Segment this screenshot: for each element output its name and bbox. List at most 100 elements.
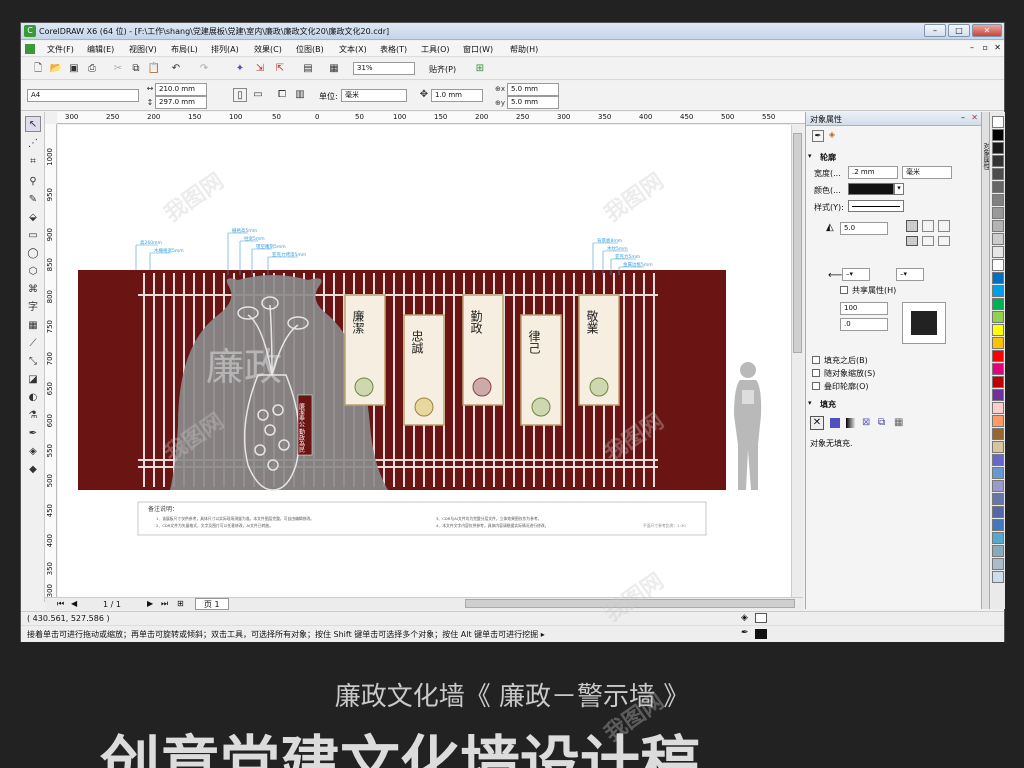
- menu-tools[interactable]: 工具(O): [421, 44, 450, 55]
- line-cap-round-icon[interactable]: [922, 236, 934, 246]
- rectangle-tool-icon[interactable]: ▭: [25, 228, 41, 244]
- shape-tool-icon[interactable]: ⋰: [25, 136, 41, 152]
- undo-icon[interactable]: ↶: [169, 62, 183, 76]
- palette-swatch[interactable]: [992, 363, 1004, 375]
- palette-swatch[interactable]: [992, 467, 1004, 479]
- menu-bitmaps[interactable]: 位图(B): [296, 44, 324, 55]
- horizontal-ruler[interactable]: 300 250 200 150 100 50 0 50 100 150 200 …: [57, 112, 806, 124]
- palette-swatch[interactable]: [992, 428, 1004, 440]
- nib-preview[interactable]: [902, 302, 946, 344]
- end-arrow-select[interactable]: –▾: [896, 268, 924, 281]
- line-cap-butt-icon[interactable]: [906, 236, 918, 246]
- add-page-icon[interactable]: ⊞: [177, 599, 184, 608]
- menu-table[interactable]: 表格(T): [380, 44, 407, 55]
- fill-collapse-icon[interactable]: ▾: [808, 399, 812, 407]
- postscript-fill-icon[interactable]: ▦: [894, 417, 903, 428]
- palette-swatch[interactable]: [992, 207, 1004, 219]
- paste-icon[interactable]: 📋: [147, 62, 161, 76]
- menu-help[interactable]: 帮助(H): [510, 44, 538, 55]
- fountain-fill-icon[interactable]: [846, 418, 856, 428]
- palette-swatch[interactable]: [992, 155, 1004, 167]
- palette-swatch[interactable]: [992, 389, 1004, 401]
- options-icon[interactable]: ⊞: [473, 62, 487, 76]
- miter-limit-field[interactable]: 5.0: [840, 222, 888, 235]
- palette-swatch[interactable]: [992, 129, 1004, 141]
- palette-swatch[interactable]: [992, 376, 1004, 388]
- new-icon[interactable]: 🗋: [31, 62, 45, 76]
- ellipse-tool-icon[interactable]: ◯: [25, 246, 41, 262]
- palette-swatch[interactable]: [992, 532, 1004, 544]
- palette-swatch[interactable]: [992, 441, 1004, 453]
- docker-minimize-icon[interactable]: –: [961, 113, 965, 122]
- pick-tool-icon[interactable]: ↖: [25, 116, 41, 132]
- corner-bevel-icon[interactable]: [938, 220, 950, 232]
- basic-shapes-tool-icon[interactable]: ⌘: [25, 282, 41, 298]
- menu-view[interactable]: 视图(V): [129, 44, 157, 55]
- duplicate-x-field[interactable]: 5.0 mm: [507, 83, 559, 96]
- scale-with-object-checkbox[interactable]: [812, 369, 820, 377]
- palette-swatch[interactable]: [992, 220, 1004, 232]
- export-icon[interactable]: ⇱: [273, 62, 287, 76]
- fill-section-header[interactable]: 填充: [820, 399, 972, 410]
- calligraphy-angle-field[interactable]: .0: [840, 318, 888, 331]
- palette-swatch[interactable]: [992, 168, 1004, 180]
- no-fill-icon[interactable]: ✕: [810, 416, 824, 430]
- all-pages-icon[interactable]: ⧠: [275, 88, 289, 102]
- interactive-tool-icon[interactable]: ◪: [25, 372, 41, 388]
- page-size-select[interactable]: A4: [27, 89, 139, 102]
- color-dropdown-icon[interactable]: ▾: [894, 183, 904, 195]
- portrait-icon[interactable]: ▯: [233, 88, 247, 102]
- palette-swatch[interactable]: [992, 233, 1004, 245]
- outline-unit-select[interactable]: 毫米: [902, 166, 952, 179]
- open-icon[interactable]: 📂: [49, 62, 63, 76]
- polygon-tool-icon[interactable]: ⬡: [25, 264, 41, 280]
- menu-arrange[interactable]: 排列(A): [211, 44, 239, 55]
- palette-swatch[interactable]: [992, 558, 1004, 570]
- palette-swatch[interactable]: [992, 298, 1004, 310]
- palette-swatch[interactable]: [992, 142, 1004, 154]
- palette-swatch[interactable]: [992, 519, 1004, 531]
- app-launcher-icon[interactable]: ▤: [301, 62, 315, 76]
- corner-miter-icon[interactable]: [906, 220, 918, 232]
- share-attributes-checkbox[interactable]: [840, 286, 848, 294]
- page-tab[interactable]: 页 1: [195, 598, 229, 610]
- palette-swatch[interactable]: [992, 311, 1004, 323]
- overprint-outline-checkbox[interactable]: [812, 382, 820, 390]
- eyedropper-tool-icon[interactable]: ⚗: [25, 408, 41, 424]
- menu-effects[interactable]: 效果(C): [254, 44, 282, 55]
- minimize-button[interactable]: –: [924, 24, 946, 37]
- last-page-icon[interactable]: ⏭: [161, 599, 168, 609]
- palette-swatch[interactable]: [992, 350, 1004, 362]
- fill-tab-icon[interactable]: ◈: [826, 130, 838, 142]
- zoom-tool-icon[interactable]: ⚲: [25, 174, 41, 190]
- palette-swatch[interactable]: [992, 493, 1004, 505]
- palette-swatch[interactable]: [992, 285, 1004, 297]
- palette-swatch[interactable]: [992, 116, 1004, 128]
- search-content-icon[interactable]: ✦: [233, 62, 247, 76]
- menu-window[interactable]: 窗口(W): [463, 44, 493, 55]
- docker-close-icon[interactable]: ✕: [971, 113, 978, 122]
- outline-collapse-icon[interactable]: ▾: [808, 152, 812, 160]
- menu-file[interactable]: 文件(F): [47, 44, 74, 55]
- docker-side-tabs[interactable]: 对象属性: [981, 112, 991, 609]
- outline-tab-icon[interactable]: ✒: [812, 130, 824, 142]
- palette-swatch[interactable]: [992, 337, 1004, 349]
- current-page-icon[interactable]: ▥: [293, 88, 307, 102]
- first-page-icon[interactable]: ⏮: [57, 599, 64, 609]
- palette-swatch[interactable]: [992, 571, 1004, 583]
- import-icon[interactable]: ⇲: [253, 62, 267, 76]
- maximize-button[interactable]: □: [948, 24, 970, 37]
- connector-tool-icon[interactable]: ⤡: [25, 354, 41, 370]
- palette-swatch[interactable]: [992, 454, 1004, 466]
- palette-swatch[interactable]: [992, 324, 1004, 336]
- palette-swatch[interactable]: [992, 194, 1004, 206]
- welcome-icon[interactable]: ▦: [327, 62, 341, 76]
- menu-edit[interactable]: 编辑(E): [87, 44, 114, 55]
- outline-width-field[interactable]: .2 mm: [848, 166, 898, 179]
- landscape-icon[interactable]: ▭: [251, 88, 265, 102]
- corner-round-icon[interactable]: [922, 220, 934, 232]
- vertical-ruler[interactable]: 1000 950 900 850 800 750 700 650 600 550…: [45, 124, 57, 599]
- palette-swatch[interactable]: [992, 259, 1004, 271]
- close-button[interactable]: ✕: [972, 24, 1002, 37]
- vertical-scrollbar[interactable]: [791, 125, 803, 597]
